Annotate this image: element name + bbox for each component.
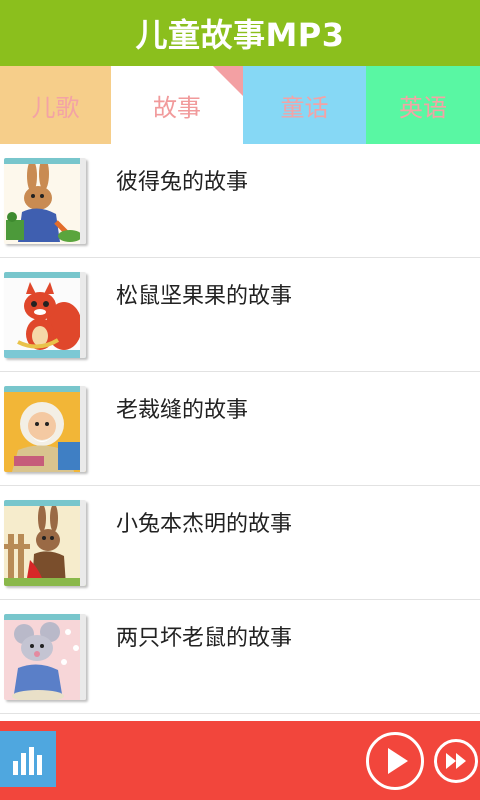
player-bar <box>0 721 480 800</box>
list-item[interactable]: 彼得兔的故事 <box>0 144 480 258</box>
fast-forward-icon <box>446 753 466 769</box>
list-item[interactable]: 小兔本杰明的故事 <box>0 486 480 600</box>
story-title: 松鼠坚果果的故事 <box>116 284 293 309</box>
story-title: 小兔本杰明的故事 <box>116 512 293 537</box>
list-item[interactable]: 老裁缝的故事 <box>0 372 480 486</box>
list-item[interactable]: 松鼠坚果果的故事 <box>0 258 480 372</box>
list-item[interactable]: 两只坏老鼠的故事 <box>0 600 480 714</box>
equalizer-button[interactable] <box>0 731 56 787</box>
mouse-icon <box>4 614 86 700</box>
tab-stories[interactable]: 故事 <box>111 66 243 144</box>
play-icon <box>388 748 408 774</box>
rabbit-icon <box>4 158 86 244</box>
selected-corner-marker <box>213 66 243 96</box>
tab-english[interactable]: 英语 <box>366 66 480 144</box>
squirrel-icon <box>4 272 86 358</box>
tab-children-songs[interactable]: 儿歌 <box>0 66 111 144</box>
bunny-icon <box>4 500 86 586</box>
equalizer-icon <box>13 747 42 775</box>
tab-stories-label: 故事 <box>153 93 201 122</box>
tailor-icon <box>4 386 86 472</box>
tab-fairy-tales[interactable]: 童话 <box>243 66 366 144</box>
app-title: 儿童故事MP3 <box>0 0 480 66</box>
next-button[interactable] <box>434 739 478 783</box>
story-title: 老裁缝的故事 <box>116 398 249 423</box>
story-title: 彼得兔的故事 <box>116 170 249 195</box>
play-button[interactable] <box>366 732 424 790</box>
story-title: 两只坏老鼠的故事 <box>116 626 293 651</box>
story-list: 彼得兔的故事 松鼠坚果果的故事 老裁缝的故事 小兔本杰明的故事 两只坏老鼠的故事 <box>0 144 480 720</box>
category-tabs: 儿歌 故事 童话 英语 <box>0 66 480 144</box>
